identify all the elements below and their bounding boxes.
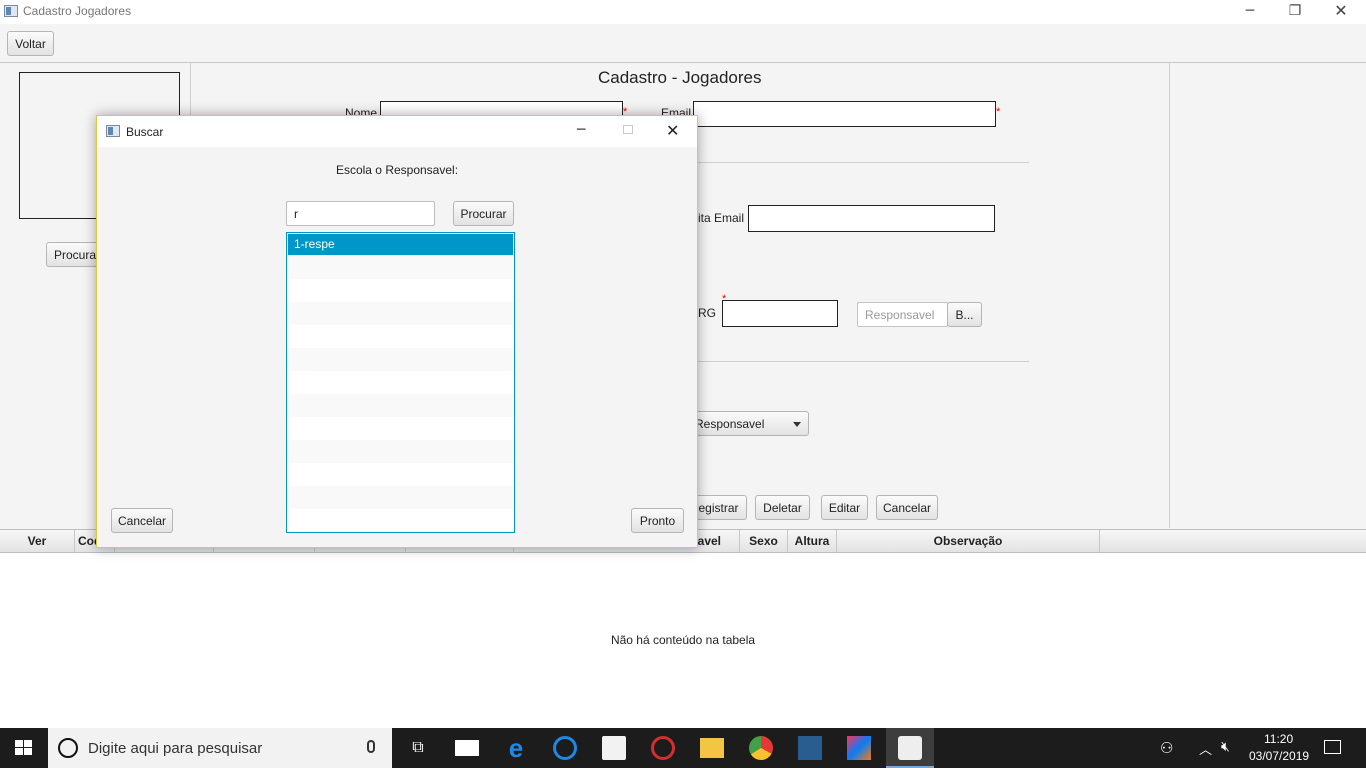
dialog-prompt: Escola o Responsavel: bbox=[335, 163, 459, 177]
confirm-email-label: ita Email bbox=[698, 211, 745, 225]
table-empty-message: Não há conteúdo na tabela bbox=[610, 633, 756, 647]
confirm-email-field[interactable] bbox=[748, 205, 995, 232]
file-explorer-icon[interactable] bbox=[700, 738, 724, 758]
antivirus-icon[interactable] bbox=[651, 736, 675, 760]
list-item bbox=[287, 279, 514, 302]
list-item bbox=[287, 417, 514, 440]
responsavel-field[interactable]: Responsavel bbox=[857, 302, 948, 327]
store-icon[interactable] bbox=[602, 736, 626, 760]
microphone-icon[interactable] bbox=[367, 740, 375, 753]
column-header[interactable]: Ver bbox=[0, 530, 75, 553]
list-item bbox=[287, 256, 514, 279]
cortana-icon bbox=[58, 738, 78, 758]
task-view-icon[interactable]: ⧉ bbox=[406, 736, 430, 760]
filter-combobox[interactable]: Responsavel bbox=[690, 411, 809, 436]
dialog-search-button[interactable]: Procurar bbox=[453, 201, 514, 226]
edge-icon[interactable]: e bbox=[504, 735, 528, 761]
list-item bbox=[287, 371, 514, 394]
clock-time[interactable]: 11:20 bbox=[1264, 732, 1293, 746]
players-table[interactable] bbox=[0, 529, 1366, 728]
dialog-done-button[interactable]: Pronto bbox=[631, 508, 684, 533]
intellij-icon[interactable] bbox=[847, 736, 871, 760]
clock-date[interactable]: 03/07/2019 bbox=[1249, 749, 1309, 763]
register-button[interactable]: egistrar bbox=[690, 495, 747, 520]
list-item bbox=[287, 463, 514, 486]
volume-muted-icon[interactable]: 🔇︎ bbox=[1221, 738, 1230, 755]
eclipse-icon[interactable] bbox=[553, 736, 577, 760]
people-icon[interactable]: ⚇ bbox=[1160, 739, 1173, 757]
list-item bbox=[287, 325, 514, 348]
restore-icon[interactable]: ❐ bbox=[1272, 0, 1318, 24]
divider bbox=[1169, 63, 1170, 528]
rg-label: RG bbox=[698, 306, 716, 320]
mail-icon[interactable] bbox=[455, 740, 479, 756]
list-item bbox=[287, 486, 514, 509]
cancel-button[interactable]: Cancelar bbox=[876, 495, 938, 520]
dialog-cancel-button[interactable]: Cancelar bbox=[111, 508, 173, 533]
back-button[interactable]: Voltar bbox=[7, 31, 54, 56]
rg-field[interactable] bbox=[722, 300, 838, 327]
column-header[interactable]: Observação bbox=[837, 530, 1100, 553]
notifications-icon[interactable] bbox=[1324, 740, 1341, 754]
dialog-search-input[interactable]: r bbox=[286, 201, 435, 226]
main-titlebar: Cadastro Jogadores ─ ❐ ✕ bbox=[0, 0, 1366, 24]
mysql-workbench-icon[interactable] bbox=[798, 736, 822, 760]
list-item bbox=[287, 302, 514, 325]
responsavel-search-button[interactable]: B... bbox=[947, 302, 982, 327]
window-title: Cadastro Jogadores bbox=[23, 4, 132, 18]
separator bbox=[697, 361, 1029, 362]
list-item[interactable]: 1-respe bbox=[287, 233, 514, 256]
minimize-icon[interactable]: ─ bbox=[577, 122, 585, 138]
maximize-icon bbox=[623, 125, 633, 134]
windows-start-icon[interactable] bbox=[15, 740, 33, 756]
app-icon bbox=[106, 125, 120, 137]
chevron-up-icon[interactable]: ︿ bbox=[1199, 739, 1212, 758]
dialog-title: Buscar bbox=[126, 125, 164, 139]
toolbar: Voltar bbox=[0, 24, 1366, 63]
delete-button[interactable]: Deletar bbox=[755, 495, 810, 520]
dialog-titlebar: Buscar ─ ✕ bbox=[97, 116, 697, 147]
required-mark: * bbox=[996, 106, 1001, 118]
separator bbox=[697, 162, 1029, 163]
taskbar-search[interactable]: Digite aqui para pesquisar bbox=[48, 728, 392, 768]
column-header[interactable]: Altura bbox=[788, 530, 837, 553]
responsavel-list[interactable]: 1-respe bbox=[286, 232, 515, 533]
chrome-icon[interactable] bbox=[749, 736, 773, 760]
java-app-icon[interactable] bbox=[886, 728, 934, 768]
taskbar-search-input: Digite aqui para pesquisar bbox=[88, 740, 263, 757]
chevron-down-icon bbox=[793, 422, 801, 427]
buscar-dialog: Buscar ─ ✕ Escola o Responsavel: r Procu… bbox=[96, 115, 698, 548]
list-item bbox=[287, 394, 514, 417]
minimize-icon[interactable]: ─ bbox=[1227, 0, 1273, 24]
close-icon[interactable]: ✕ bbox=[1318, 0, 1364, 24]
app-icon bbox=[4, 5, 18, 17]
form-title: Cadastro - Jogadores bbox=[598, 68, 762, 87]
list-item bbox=[287, 509, 514, 532]
column-header[interactable]: Sexo bbox=[740, 530, 788, 553]
list-item bbox=[287, 440, 514, 463]
email-field[interactable] bbox=[693, 101, 996, 127]
combo-value: Responsavel bbox=[695, 417, 765, 431]
edit-button[interactable]: Editar bbox=[821, 495, 868, 520]
close-icon[interactable]: ✕ bbox=[666, 121, 679, 140]
list-item bbox=[287, 348, 514, 371]
taskbar: Digite aqui para pesquisar ⧉ e ⚇ ︿ 🔇︎ 11… bbox=[0, 728, 1366, 768]
